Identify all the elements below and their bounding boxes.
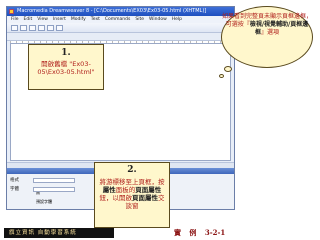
toolbar-button[interactable] <box>29 25 36 31</box>
window-title: Macromedia Dreamweaver 8 - [C:\Documents… <box>17 8 207 14</box>
menu-file[interactable]: File <box>11 17 19 22</box>
format-select[interactable]: 無 <box>33 178 75 195</box>
step1-number: 1. <box>61 48 71 58</box>
step2-callout: 2. 將游標移至上頁框，按屬性面板的頁面屬性鈕，以開啟頁面屬性交談窗 <box>94 162 170 228</box>
menu-help[interactable]: Help <box>172 17 182 22</box>
font-label: 字體 <box>10 187 19 192</box>
toolbar-button[interactable] <box>47 25 54 31</box>
thought-bubble <box>224 66 232 72</box>
footer-example-label: 實 例 3-2-1 <box>174 228 226 237</box>
font-select[interactable]: 預設字體 <box>33 187 75 204</box>
window-titlebar: Macromedia Dreamweaver 8 - [C:\Documents… <box>7 7 234 16</box>
app-icon <box>9 9 14 14</box>
step2-text: 將游標移至上頁框，按屬性面板的頁面屬性鈕，以開啟頁面屬性交談窗 <box>99 178 165 210</box>
menu-commands[interactable]: Commands <box>105 17 130 22</box>
toolbar-button[interactable] <box>20 25 27 31</box>
step2-number: 2. <box>127 165 137 175</box>
toolbar-button[interactable] <box>38 25 45 31</box>
menu-bar: File Edit View Insert Modify Text Commands Site… <box>7 16 234 23</box>
tip-cloud: 如果看到完整頁未顯示頁框邊框，可選按『檢視/視覺輔助/頁框邊框』選項 <box>221 6 313 68</box>
thought-bubble <box>219 74 224 78</box>
format-label: 格式 <box>10 178 19 183</box>
toolbar-button[interactable] <box>11 25 18 31</box>
menu-modify[interactable]: Modify <box>71 17 86 22</box>
insert-toolbar <box>7 23 234 33</box>
menu-text[interactable]: Text <box>91 17 100 22</box>
menu-window[interactable]: Window <box>149 17 167 22</box>
toolbar-button[interactable] <box>56 25 63 31</box>
step1-text: 開啟舊檔 "Ex03-05\Ex03-05.html" <box>37 60 95 76</box>
menu-view[interactable]: View <box>37 17 48 22</box>
footer-brand: 旗立資訊 自動學習系統 <box>4 228 114 238</box>
menu-insert[interactable]: Insert <box>53 17 66 22</box>
menu-edit[interactable]: Edit <box>24 17 33 22</box>
step1-callout: 1. 開啟舊檔 "Ex03-05\Ex03-05.html" <box>28 44 104 90</box>
menu-site[interactable]: Site <box>135 17 144 22</box>
document-toolbar <box>7 33 234 41</box>
